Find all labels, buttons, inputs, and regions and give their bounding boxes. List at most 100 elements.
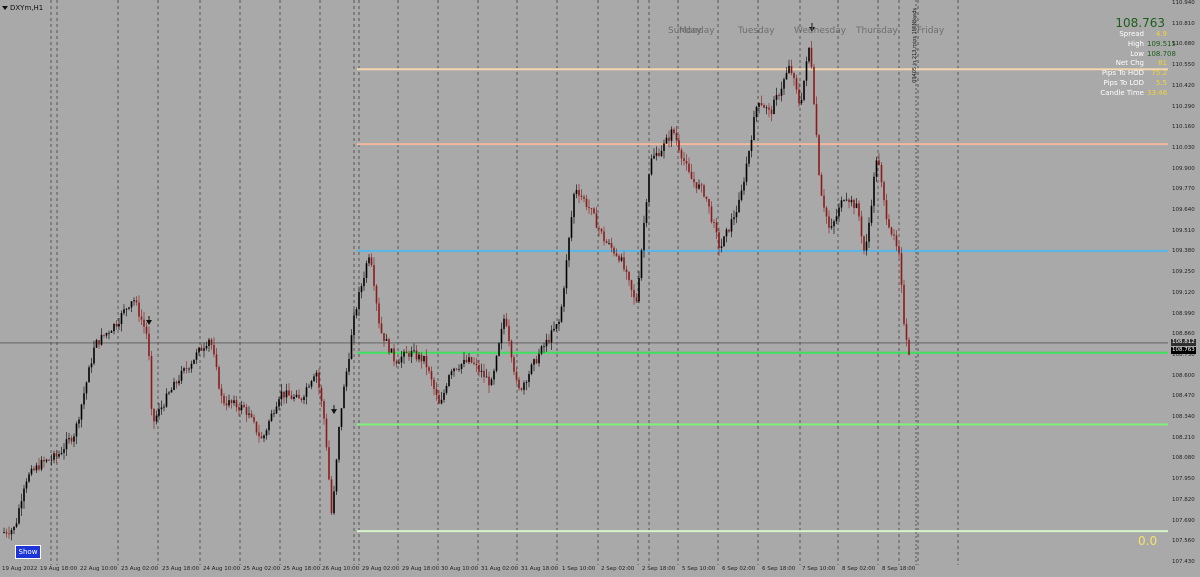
candle-body [18, 508, 20, 524]
candle-body [235, 400, 238, 408]
candle-body [605, 241, 608, 244]
candle-body [868, 222, 870, 242]
candle-body [145, 326, 148, 334]
info-panel: 108.763 Spread 4.9 High 109.515 Low 108.708 Ne… [1085, 16, 1176, 99]
time-tick: 29 Aug 02:00 [362, 566, 400, 572]
candle-body [845, 199, 848, 201]
candle-body [148, 333, 150, 357]
candle-body [293, 396, 295, 399]
candle-body [118, 324, 120, 327]
candle-body [745, 163, 748, 182]
time-tick: 23 Aug 18:00 [162, 566, 200, 572]
candle-body [668, 137, 670, 141]
candle-body [345, 371, 348, 387]
candle-body [280, 391, 283, 400]
candle-body [615, 253, 618, 256]
arrow-down-icon [331, 409, 337, 415]
time-tick: 7 Sep 10:00 [802, 566, 836, 572]
candle-body [663, 143, 665, 151]
info-label: Candle Time [1100, 88, 1144, 97]
candle-body [843, 200, 845, 202]
candle-body [420, 354, 423, 362]
candle-body [183, 368, 185, 371]
candle-body [533, 359, 535, 365]
candle-body [160, 407, 163, 410]
dropdown-triangle-icon[interactable] [2, 5, 8, 10]
candle-body [755, 106, 758, 118]
candle-body [23, 488, 25, 502]
candle-body [423, 355, 425, 362]
candle-body [610, 242, 613, 248]
candle-body [55, 453, 58, 457]
candle-body [88, 367, 90, 383]
candle-body [808, 47, 810, 62]
price-chart[interactable] [0, 0, 1168, 565]
candle-body [838, 207, 840, 217]
candle-body [585, 198, 588, 208]
candle-body [778, 94, 780, 96]
candle-body [195, 352, 198, 360]
candle-body [305, 387, 308, 397]
candle-body [350, 335, 353, 359]
candle-body [633, 289, 635, 298]
candle-body [135, 300, 138, 303]
candle-body [70, 438, 73, 442]
info-row: Net Chg 81 [1085, 59, 1167, 69]
candle-body [348, 358, 350, 372]
candle-body [710, 206, 713, 223]
candle-body [198, 347, 200, 353]
candle-body [38, 465, 40, 470]
candle-body [308, 386, 310, 388]
candle-body [783, 79, 785, 89]
show-button[interactable]: Show [15, 545, 41, 559]
candle-body [300, 398, 303, 401]
candle-body [95, 340, 98, 348]
candle-body [223, 395, 225, 404]
candle-body [383, 333, 385, 341]
candle-body [93, 347, 95, 364]
candle-body [253, 417, 255, 422]
candle-body [455, 368, 458, 370]
candle-body [153, 408, 155, 422]
candle-body [895, 235, 898, 247]
price-tick: 110.420 [1172, 82, 1195, 89]
candle-body [10, 530, 13, 535]
candle-body [565, 260, 568, 289]
price-tick: 109.380 [1172, 248, 1195, 255]
candle-body [823, 195, 825, 208]
candle-body [583, 196, 585, 199]
time-axis[interactable]: 19 Aug 2022 19 Aug 18:00 22 Aug 10:00 23 Au… [0, 565, 1168, 577]
candle-body [278, 399, 280, 407]
candle-body [275, 406, 278, 414]
candle-body [835, 216, 838, 222]
price-axis[interactable]: 110.940 110.810 110.680 110.550 110.420 110.2… [1168, 0, 1200, 577]
candle-body [215, 354, 218, 368]
candle-body [125, 308, 128, 310]
time-tick: 8 Sep 18:00 [882, 566, 916, 572]
candle-body [75, 423, 78, 437]
info-row: High 109.515 [1085, 40, 1176, 50]
candle-body [648, 174, 650, 203]
candle-body [225, 403, 228, 406]
candle-body [508, 326, 510, 341]
candle-body [695, 182, 698, 189]
candle-body [360, 286, 363, 293]
candle-body [715, 222, 718, 233]
candle-body [903, 284, 905, 324]
candle-body [818, 135, 820, 175]
symbol-tab[interactable]: DXYm,H1 [2, 2, 43, 13]
candle-body [43, 459, 45, 462]
candle-body [550, 330, 553, 343]
info-value: 81 [1158, 59, 1167, 68]
price-tick: 110.940 [1172, 0, 1195, 6]
candle-body [630, 280, 633, 290]
time-tick: 8 Sep 02:00 [842, 566, 876, 572]
candle-body [85, 382, 88, 394]
candle-body [133, 300, 135, 302]
price-tick: 109.640 [1172, 207, 1195, 214]
candle-body [788, 65, 790, 73]
candle-body [798, 89, 800, 104]
price-tick: 107.820 [1172, 496, 1195, 503]
candle-body [560, 306, 563, 322]
candle-body [538, 353, 540, 364]
